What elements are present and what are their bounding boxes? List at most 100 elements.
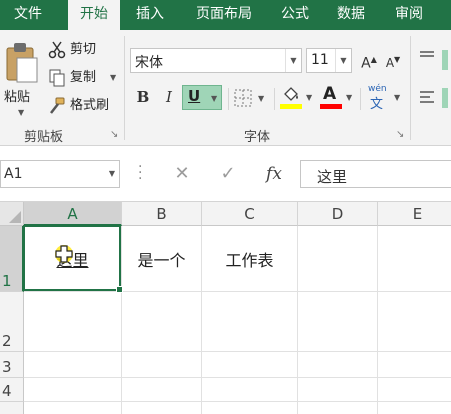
font-name-select[interactable]: 宋体 ▼ bbox=[130, 48, 302, 73]
cell-b4[interactable] bbox=[122, 378, 202, 402]
italic-button[interactable]: I bbox=[158, 86, 180, 108]
column-header-a[interactable]: A bbox=[24, 202, 122, 226]
cursor-cross-icon bbox=[55, 245, 73, 263]
align-left-button[interactable] bbox=[418, 86, 448, 110]
font-name-value: 宋体 bbox=[135, 55, 163, 71]
formula-bar-handle-icon[interactable]: · · · bbox=[138, 160, 142, 186]
tab-page-layout[interactable]: 页面布局 bbox=[186, 0, 262, 30]
name-box[interactable]: A1 ▼ bbox=[0, 160, 120, 188]
cell-b2[interactable] bbox=[122, 292, 202, 352]
top-align-button[interactable] bbox=[418, 48, 448, 72]
group-divider bbox=[274, 88, 275, 110]
cell-e3[interactable] bbox=[378, 352, 451, 378]
row-header-1[interactable]: 1 bbox=[0, 226, 24, 292]
cell-a3[interactable] bbox=[24, 352, 122, 378]
group-divider bbox=[360, 88, 361, 110]
cell-c5[interactable] bbox=[202, 402, 298, 414]
cell-a2[interactable] bbox=[24, 292, 122, 352]
column-header-c[interactable]: C bbox=[202, 202, 298, 226]
copy-label: 复制 bbox=[70, 70, 97, 85]
cell-c3[interactable] bbox=[202, 352, 298, 378]
tab-insert[interactable]: 插入 bbox=[124, 0, 176, 30]
column-header-e[interactable]: E bbox=[378, 202, 451, 226]
column-header-b[interactable]: B bbox=[122, 202, 202, 226]
paste-button[interactable]: 粘贴 ▼ bbox=[4, 40, 42, 117]
cell-b3[interactable] bbox=[122, 352, 202, 378]
font-launcher-icon[interactable]: ↘ bbox=[396, 129, 404, 140]
cut-button[interactable]: 剪切 bbox=[48, 40, 118, 60]
clipboard-group-label: 剪贴板 bbox=[24, 130, 64, 145]
cell-d1[interactable] bbox=[298, 226, 378, 292]
cell-d4[interactable] bbox=[298, 378, 378, 402]
cell-a4[interactable] bbox=[24, 378, 122, 402]
group-divider bbox=[410, 36, 411, 140]
ribbon-home: 粘贴 ▼ 剪切 复制 ▼ 格式刷 剪贴板 ↘ 宋体 ▼ 11 ▼ A▲ A▼ B… bbox=[0, 30, 451, 146]
row-header-4[interactable]: 4 bbox=[0, 378, 24, 402]
font-color-button[interactable]: A ▼ bbox=[320, 84, 356, 111]
chevron-down-icon: ▼ bbox=[285, 49, 301, 72]
cell-c4[interactable] bbox=[202, 378, 298, 402]
row-header-2[interactable]: 2 bbox=[0, 292, 24, 352]
cell-c1-text: 工作表 bbox=[225, 251, 274, 270]
cell-e5[interactable] bbox=[378, 402, 451, 414]
cell-e1[interactable] bbox=[378, 226, 451, 292]
row-number: 2 bbox=[2, 332, 12, 350]
insert-function-button[interactable]: fx bbox=[254, 160, 294, 188]
fill-handle[interactable] bbox=[116, 286, 123, 293]
increase-font-size-button[interactable]: A▲ bbox=[358, 49, 380, 72]
scissors-icon bbox=[48, 41, 66, 59]
close-icon: ✕ bbox=[174, 163, 190, 184]
worksheet-grid[interactable]: A B C D E 1 2 3 4 这里 是一个 工作表 bbox=[0, 202, 451, 414]
select-all-triangle-icon bbox=[9, 211, 21, 223]
cell-b1-text: 是一个 bbox=[137, 251, 186, 270]
row-header-5[interactable] bbox=[0, 402, 24, 414]
group-divider bbox=[124, 36, 125, 140]
format-painter-button[interactable]: 格式刷 bbox=[48, 96, 120, 116]
cell-b1[interactable]: 是一个 bbox=[122, 226, 202, 292]
cell-c1[interactable]: 工作表 bbox=[202, 226, 298, 292]
underline-button[interactable]: U ▼ bbox=[182, 85, 222, 110]
cell-c2[interactable] bbox=[202, 292, 298, 352]
tab-home[interactable]: 开始 bbox=[68, 0, 120, 31]
formula-bar: A1 ▼ · · · ✕ ✓ fx 这里 bbox=[0, 146, 451, 202]
font-size-value: 11 bbox=[311, 52, 329, 68]
fill-color-button[interactable]: ▼ bbox=[280, 85, 316, 111]
borders-dropdown-icon: ▼ bbox=[258, 94, 265, 103]
phonetic-guide-button[interactable]: wén 文 ▼ bbox=[366, 84, 406, 112]
cell-a5[interactable] bbox=[24, 402, 122, 414]
paint-bucket-icon bbox=[284, 87, 298, 101]
fill-color-dropdown-icon: ▼ bbox=[306, 93, 313, 102]
tab-formulas[interactable]: 公式 bbox=[270, 0, 320, 30]
cancel-formula-button[interactable]: ✕ bbox=[166, 160, 198, 188]
chevron-down-icon: ▼ bbox=[108, 169, 115, 178]
cell-b5[interactable] bbox=[122, 402, 202, 414]
row-header-3[interactable]: 3 bbox=[0, 352, 24, 378]
font-size-select[interactable]: 11 ▼ bbox=[306, 48, 352, 73]
formula-input[interactable]: 这里 bbox=[300, 160, 451, 188]
decrease-font-size-button[interactable]: A▼ bbox=[382, 49, 404, 71]
borders-button[interactable]: ▼ bbox=[234, 87, 270, 109]
cell-d3[interactable] bbox=[298, 352, 378, 378]
paste-label: 粘贴 bbox=[4, 90, 31, 105]
tab-data[interactable]: 数据 bbox=[326, 0, 376, 30]
paste-icon bbox=[6, 43, 38, 83]
cell-e4[interactable] bbox=[378, 378, 451, 402]
clipboard-launcher-icon[interactable]: ↘ bbox=[110, 129, 118, 140]
underline-dropdown-icon: ▼ bbox=[211, 94, 218, 103]
row-number: 1 bbox=[2, 272, 12, 290]
bold-button[interactable]: B bbox=[132, 86, 154, 108]
column-header-d[interactable]: D bbox=[298, 202, 378, 226]
select-all-button[interactable] bbox=[0, 202, 24, 226]
format-painter-icon bbox=[50, 97, 65, 114]
underline-icon: U bbox=[188, 87, 201, 105]
cell-e2[interactable] bbox=[378, 292, 451, 352]
copy-button[interactable]: 复制 ▼ bbox=[48, 68, 120, 88]
cell-d2[interactable] bbox=[298, 292, 378, 352]
tab-file[interactable]: 文件 bbox=[0, 0, 56, 30]
copy-icon bbox=[49, 69, 65, 87]
fill-color-swatch bbox=[280, 104, 302, 109]
tab-review[interactable]: 审阅 bbox=[384, 0, 434, 30]
cell-d5[interactable] bbox=[298, 402, 378, 414]
font-color-dropdown-icon: ▼ bbox=[346, 93, 353, 102]
enter-formula-button[interactable]: ✓ bbox=[212, 160, 244, 188]
